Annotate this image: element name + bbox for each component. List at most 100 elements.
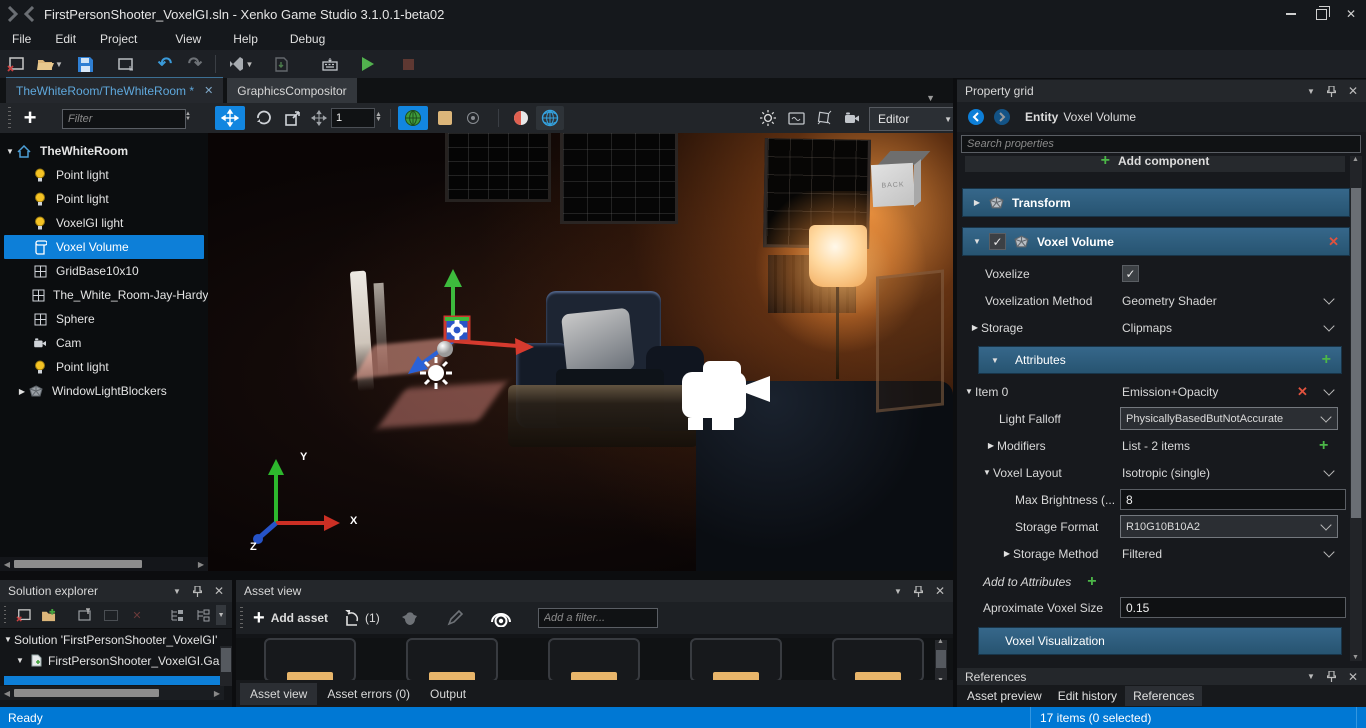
drag-handle[interactable] [4,606,6,624]
minimize-button[interactable] [1276,3,1306,25]
translation-gizmo[interactable] [388,261,558,391]
tree-item-point-light[interactable]: Point light [0,187,208,211]
tree-item-voxelgi-light[interactable]: VoxelGI light [0,211,208,235]
project-row[interactable]: ▼ FirstPersonShooter_VoxelGI.Gar [0,650,232,671]
hierarchy-filter-input[interactable] [62,109,186,129]
scroll-up-icon[interactable]: ▲ [937,638,944,645]
scrollbar-thumb[interactable] [14,560,142,568]
play-button[interactable] [355,53,379,75]
tab-graphics-compositor[interactable]: GraphicsCompositor [227,78,356,103]
tab-close-icon[interactable]: ✕ [204,84,213,97]
expand-arrow-icon[interactable]: ▼ [971,237,983,246]
asset-view-header[interactable]: Asset view ▼ ✕ [236,580,953,602]
solution-vscrollbar[interactable] [220,646,232,686]
close-solution-icon[interactable] [13,604,33,626]
scroll-right-icon[interactable]: ▶ [194,560,208,569]
tab-asset-preview[interactable]: Asset preview [959,686,1050,706]
close-panel-icon[interactable]: ✕ [1348,84,1358,98]
tab-asset-errors[interactable]: Asset errors (0) [317,683,420,705]
navigation-cube[interactable]: BACK [870,151,926,207]
solution-row[interactable]: ▼ Solution 'FirstPersonShooter_VoxelGI' [0,629,232,650]
dropdown-chevron-icon[interactable] [1323,546,1334,557]
menu-project[interactable]: Project [88,30,149,48]
component-enabled-checkbox[interactable]: ✓ [989,233,1006,250]
tree-item-point-light[interactable]: Point light [0,355,208,379]
vertical-splitter[interactable] [953,78,957,707]
asset-tile[interactable] [264,638,356,682]
open-file-button[interactable]: ▼ [33,53,67,75]
transform-section-header[interactable]: ▶ Transform [962,188,1350,217]
toolbar-overflow-icon[interactable]: ▼ [216,605,226,625]
asset-filter-input[interactable] [538,608,658,628]
solution-explorer-header[interactable]: Solution explorer ▼ ✕ [0,580,232,602]
asset-tile[interactable] [690,638,782,682]
dropdown-chevron-icon[interactable] [1323,293,1334,304]
snap-spinner-icon[interactable]: ▲▼ [375,112,382,122]
voxel-visualization-section-header[interactable]: Voxel Visualization [978,627,1342,655]
panel-menu-chevron-icon[interactable]: ▼ [1307,672,1315,681]
property-value[interactable]: Emission+Opacity [1122,385,1218,399]
panel-menu-chevron-icon[interactable]: ▼ [173,587,181,596]
references-header[interactable]: References ▼ ✕ [957,668,1366,685]
horizontal-splitter[interactable] [0,571,953,580]
asset-tile[interactable] [832,638,924,682]
save-all-icon[interactable] [114,53,138,75]
property-search-input[interactable] [961,135,1361,153]
menu-edit[interactable]: Edit [43,30,88,48]
dropdown-chevron-icon[interactable] [1323,320,1334,331]
preview-eye-icon[interactable] [490,610,512,627]
asset-vscrollbar[interactable]: ▲ ▼ [935,640,947,682]
close-panel-icon[interactable]: ✕ [935,584,945,598]
wireframe-toggle[interactable] [536,106,564,130]
drag-handle[interactable] [240,607,243,629]
scrollbar-thumb[interactable] [14,689,159,697]
approx-voxel-size-input[interactable] [1120,597,1346,618]
tab-references[interactable]: References [1125,686,1202,706]
menu-file[interactable]: File [0,30,43,48]
expand-tree-icon[interactable] [168,604,188,626]
selected-row-highlight[interactable] [4,676,220,685]
expand-arrow-icon[interactable]: ▼ [963,387,975,396]
tree-item-root[interactable]: ▼ TheWhiteRoom [0,139,208,163]
close-panel-icon[interactable]: ✕ [214,584,224,598]
restore-button[interactable] [1306,3,1336,25]
pin-icon[interactable] [1327,671,1336,682]
undo-button[interactable]: ↶ [153,53,177,75]
remove-component-icon[interactable]: ✕ [1328,234,1339,250]
property-grid-vscrollbar[interactable]: ▲ ▼ [1350,156,1362,661]
camera-settings-icon[interactable] [839,106,865,130]
vertical-splitter[interactable] [232,580,236,707]
add-to-attributes-icon[interactable]: + [1087,573,1096,591]
collapse-arrow-icon[interactable]: ▶ [16,387,28,396]
tab-edit-history[interactable]: Edit history [1050,686,1125,706]
tree-item-voxel-volume-selected[interactable]: Voxel Volume [4,235,204,259]
lighting-toggle-icon[interactable] [755,106,781,130]
property-grid-header[interactable]: Property grid ▼ ✕ [957,80,1366,102]
expand-arrow-icon[interactable]: ▼ [989,356,1001,365]
hierarchy-hscrollbar[interactable]: ◀ ▶ [0,557,208,571]
material-highlight-toggle[interactable] [508,106,534,130]
add-modifier-icon[interactable]: + [1319,437,1328,455]
editor-mode-dropdown[interactable]: Editor ▼ [869,107,961,131]
pin-icon[interactable] [193,586,202,597]
stop-button[interactable] [396,53,420,75]
dropdown-chevron-icon[interactable] [1323,465,1334,476]
keyboard-shortcuts-icon[interactable] [318,53,342,75]
scroll-left-icon[interactable]: ◀ [0,560,14,569]
remove-item-icon[interactable]: ✕ [1297,384,1308,400]
visibility-icon[interactable] [460,106,486,130]
drag-handle[interactable] [8,107,11,129]
scroll-down-icon[interactable]: ▼ [1352,654,1359,661]
collapse-tree-icon[interactable] [193,604,213,626]
scroll-up-icon[interactable]: ▲ [1352,156,1359,163]
filter-spinner-icon[interactable]: ▲▼ [185,112,191,122]
storage-format-select[interactable]: R10G10B10A2 [1120,515,1338,538]
property-value[interactable]: Clipmaps [1122,321,1172,335]
property-value[interactable]: Filtered [1122,547,1162,561]
add-attribute-icon[interactable]: + [1322,351,1331,369]
scroll-left-icon[interactable]: ◀ [0,689,14,698]
nav-forward-icon[interactable] [993,108,1011,126]
expand-arrow-icon[interactable]: ▼ [981,468,993,477]
snap-surface-icon[interactable] [432,106,458,130]
collapse-arrow-icon[interactable]: ▶ [985,441,997,450]
